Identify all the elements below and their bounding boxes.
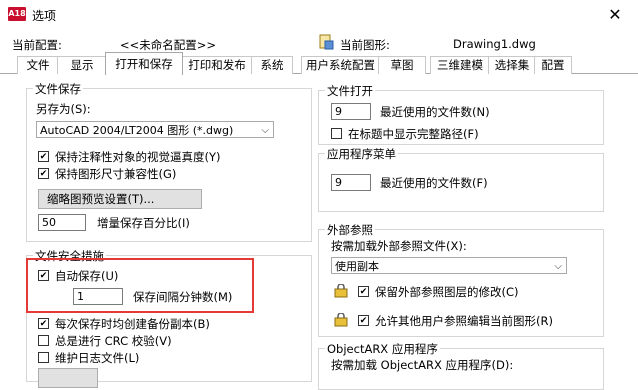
current-profile-value: <<未命名配置>>: [120, 38, 217, 52]
tab-drafting[interactable]: 草图: [378, 56, 426, 74]
current-profile-label: 当前配置:: [12, 38, 62, 52]
xref-edit-icon: [334, 313, 348, 327]
xref-demand-load-value: 使用副本: [335, 260, 379, 273]
tab-system[interactable]: 系统: [251, 56, 293, 74]
drawing-size-checkbox[interactable]: [38, 168, 49, 179]
retain-xref-changes-checkbox[interactable]: [358, 286, 369, 297]
close-button[interactable]: ✕: [600, 4, 630, 26]
current-drawing-label: 当前图形:: [340, 38, 390, 52]
title-bar: A18 选项 ✕: [0, 0, 638, 30]
full-path-checkbox[interactable]: [331, 128, 342, 139]
app-menu-recent-label: 最近使用的文件数(F): [380, 176, 488, 190]
backup-copy-label: 每次保存时均创建备份副本(B): [55, 317, 210, 331]
thumbnail-settings-button[interactable]: 缩略图预览设置(T)...: [38, 189, 202, 209]
objectarx-demand-load-label: 按需加载 ObjectARX 应用程序(D):: [331, 358, 514, 372]
file-open-title: 文件打开: [325, 83, 375, 99]
recent-files-input[interactable]: 9: [331, 103, 371, 120]
current-drawing-value: Drawing1.dwg: [453, 37, 536, 51]
log-file-checkbox[interactable]: [38, 352, 49, 363]
app-menu-title: 应用程序菜单: [325, 146, 398, 162]
retain-xref-changes-label: 保留外部参照图层的修改(C): [375, 285, 519, 299]
allow-xref-edit-checkbox[interactable]: [358, 315, 369, 326]
drawing-size-label: 保持图形尺寸兼容性(G): [55, 167, 177, 181]
save-as-value: AutoCAD 2004/LT2004 图形 (*.dwg): [40, 124, 234, 137]
xref-layer-icon: [334, 284, 348, 298]
recent-files-label: 最近使用的文件数(N): [380, 105, 490, 119]
tab-user-preferences[interactable]: 用户系统配置: [301, 56, 380, 74]
save-as-select[interactable]: AutoCAD 2004/LT2004 图形 (*.dwg) ⌵: [36, 121, 274, 138]
visual-fidelity-label: 保持注释性对象的视觉逼真度(Y): [55, 150, 221, 164]
crc-label: 总是进行 CRC 校验(V): [55, 334, 172, 348]
chevron-down-icon: ⌵: [261, 125, 269, 136]
tab-open-save[interactable]: 打开和保存: [105, 52, 183, 75]
app-menu-recent-input[interactable]: 9: [331, 174, 371, 191]
file-extension-button[interactable]: [38, 368, 98, 388]
tab-files[interactable]: 文件: [17, 56, 59, 74]
incremental-save-input[interactable]: 50: [38, 214, 86, 231]
xref-demand-load-label: 按需加载外部参照文件(X):: [331, 239, 467, 253]
incremental-save-label: 增量保存百分比(I): [97, 216, 190, 230]
allow-xref-edit-label: 允许其他用户参照编辑当前图形(R): [375, 314, 553, 328]
backup-copy-checkbox[interactable]: [38, 318, 49, 329]
crc-checkbox[interactable]: [38, 335, 49, 346]
tab-plot-publish[interactable]: 打印和发布: [181, 56, 253, 74]
drawing-file-icon: [319, 34, 334, 50]
xref-demand-load-select[interactable]: 使用副本 ⌵: [331, 257, 567, 274]
tab-3d-modeling[interactable]: 三维建模: [430, 56, 490, 74]
chevron-down-icon: ⌵: [554, 261, 562, 272]
tab-display[interactable]: 显示: [57, 56, 107, 74]
full-path-label: 在标题中显示完整路径(F): [348, 127, 479, 141]
tab-profiles[interactable]: 配置: [534, 56, 572, 74]
tab-selection[interactable]: 选择集: [488, 56, 536, 74]
file-save-title: 文件保存: [33, 81, 83, 97]
objectarx-title: ObjectARX 应用程序: [325, 341, 440, 357]
visual-fidelity-checkbox[interactable]: [38, 151, 49, 162]
red-highlight-box: [26, 258, 254, 313]
xref-title: 外部参照: [325, 222, 375, 238]
window-title: 选项: [32, 9, 57, 23]
log-file-label: 维护日志文件(L): [55, 351, 140, 365]
save-as-label: 另存为(S):: [36, 102, 91, 116]
autocad-app-icon: A18: [8, 7, 26, 21]
